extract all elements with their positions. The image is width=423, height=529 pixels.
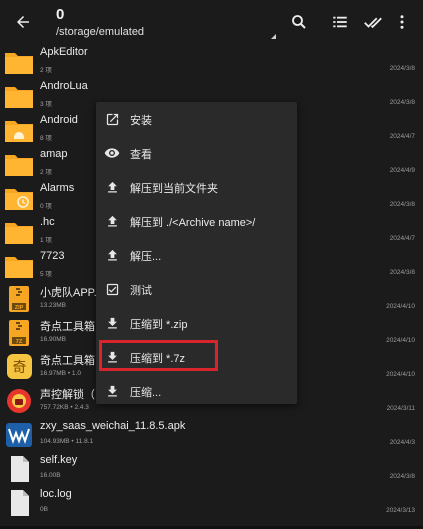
file-meta: 2 项 — [40, 67, 52, 74]
file-date: 2024/4/7 — [389, 133, 415, 140]
weichai-app-icon — [6, 423, 32, 447]
menu-item-label: 解压到当前文件夹 — [130, 183, 218, 195]
file-date: 2024/4/7 — [389, 235, 415, 242]
file-meta: 0B — [40, 506, 48, 513]
voice-lock-app-icon — [7, 389, 31, 413]
file-name: amap — [40, 148, 68, 160]
menu-item-compress[interactable]: 压缩... — [96, 374, 297, 408]
document-icon — [11, 490, 29, 516]
current-path[interactable]: /storage/emulated — [56, 26, 144, 38]
file-date: 2024/3/8 — [389, 65, 415, 72]
eye-icon — [104, 145, 120, 161]
open-external-icon — [104, 111, 120, 127]
file-name: 声控解锁（ — [40, 389, 95, 401]
file-name: 小虎队APP... — [40, 287, 103, 299]
folder-alarm-icon — [5, 189, 33, 210]
file-date: 2024/3/8 — [389, 99, 415, 106]
svg-text:7Z: 7Z — [16, 339, 23, 345]
zip-archive-icon: ZIP — [9, 286, 29, 312]
menu-item-compress-zip[interactable]: 压缩到 *.zip — [96, 306, 297, 340]
file-name: self.key — [40, 454, 78, 466]
file-date: 2024/3/13 — [386, 507, 415, 514]
file-meta: 16.90MB — [40, 336, 67, 343]
file-meta: 16.00B — [40, 472, 61, 479]
more-vert-icon[interactable] — [391, 11, 413, 33]
file-meta: 5 项 — [40, 271, 52, 278]
file-date: 2024/4/9 — [389, 167, 415, 174]
file-row[interactable]: zxy_saas_weichai_11.8.5.apk 104.93MB • 1… — [0, 418, 423, 452]
file-date: 2024/3/8 — [389, 269, 415, 276]
folder-icon — [5, 155, 33, 176]
menu-item-install[interactable]: 安装 — [96, 102, 297, 136]
qidian-app-icon: 奇 — [7, 354, 32, 379]
menu-item-label: 压缩到 *.zip — [130, 319, 188, 331]
file-meta: 16.97MB • 1.0 — [40, 370, 81, 377]
folder-android-icon — [5, 121, 33, 142]
file-meta: 8 项 — [40, 135, 52, 142]
file-meta: 3 项 — [40, 101, 52, 108]
search-icon[interactable] — [288, 11, 310, 33]
file-name: Android — [40, 114, 78, 126]
file-name: loc.log — [40, 488, 72, 500]
file-name: 7723 — [40, 250, 65, 262]
menu-item-label: 解压到 ./<Archive name>/ — [130, 217, 256, 229]
menu-item-label: 解压... — [130, 251, 162, 263]
menu-item-label: 安装 — [130, 115, 152, 127]
file-date: 2024/3/8 — [389, 201, 415, 208]
7z-archive-icon: 7Z — [9, 320, 29, 346]
file-meta: 104.93MB • 11.8.1 — [40, 438, 94, 445]
file-date: 2024/4/10 — [386, 337, 415, 344]
file-row[interactable]: loc.log 0B 2024/3/13 — [0, 486, 423, 520]
file-date: 2024/3/11 — [386, 405, 415, 412]
folder-icon — [5, 223, 33, 244]
svg-text:奇: 奇 — [13, 359, 27, 376]
file-name: zxy_saas_weichai_11.8.5.apk — [40, 420, 186, 432]
folder-icon — [5, 257, 33, 278]
menu-item-test[interactable]: 测试 — [96, 272, 297, 306]
document-icon — [11, 456, 29, 482]
menu-item-label: 压缩... — [130, 387, 162, 399]
menu-item-label: 测试 — [130, 285, 152, 297]
highlight-box — [99, 340, 218, 371]
path-dropdown-indicator — [271, 34, 276, 39]
file-meta: 13.23MB — [40, 302, 67, 309]
selection-count: 0 — [56, 6, 65, 23]
file-meta: 757.72KB • 2.4.3 — [40, 404, 89, 411]
file-date: 2024/3/8 — [389, 473, 415, 480]
file-name: Alarms — [40, 182, 75, 194]
list-view-icon[interactable] — [329, 11, 351, 33]
file-name: .hc — [40, 216, 55, 228]
menu-item-view[interactable]: 查看 — [96, 136, 297, 170]
file-date: 2024/4/10 — [386, 303, 415, 310]
file-meta: 2 项 — [40, 169, 52, 176]
upload-icon — [104, 247, 120, 263]
upload-icon — [104, 213, 120, 229]
app-toolbar: 0 /storage/emulated — [0, 0, 423, 44]
file-meta: 1 项 — [40, 237, 52, 244]
file-name: 奇点工具箱 — [40, 321, 95, 333]
file-row[interactable]: ApkEditor 2 项 2024/3/8 — [0, 44, 423, 78]
file-name: AndroLua — [40, 80, 88, 92]
menu-item-extract-here[interactable]: 解压到当前文件夹 — [96, 170, 297, 204]
file-meta: 0 项 — [40, 203, 52, 210]
file-name: ApkEditor — [40, 46, 88, 58]
folder-icon — [5, 87, 33, 108]
select-all-icon[interactable] — [362, 11, 384, 33]
file-date: 2024/4/3 — [389, 439, 415, 446]
file-row[interactable]: self.key 16.00B 2024/3/8 — [0, 452, 423, 486]
menu-item-label: 查看 — [130, 149, 152, 161]
back-arrow-icon[interactable] — [10, 9, 36, 35]
upload-icon — [104, 179, 120, 195]
checkbox-icon — [104, 281, 120, 297]
folder-icon — [5, 53, 33, 74]
file-date: 2024/4/10 — [386, 371, 415, 378]
download-icon — [104, 383, 120, 399]
svg-text:ZIP: ZIP — [15, 305, 24, 311]
menu-item-extract[interactable]: 解压... — [96, 238, 297, 272]
download-icon — [104, 315, 120, 331]
menu-item-extract-to-archive-folder[interactable]: 解压到 ./<Archive name>/ — [96, 204, 297, 238]
